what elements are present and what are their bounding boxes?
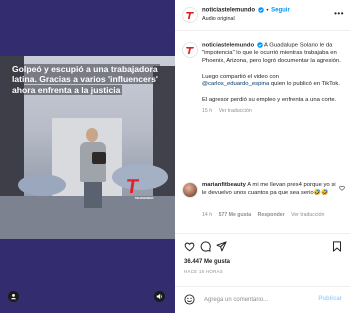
- telemundo-logo-tagline: TELEMUNDO: [134, 196, 154, 200]
- caption-username[interactable]: noticiastelemundo: [202, 43, 254, 49]
- separator-dot: •: [266, 7, 269, 14]
- mention-link[interactable]: @carlos_eduardo_espina: [202, 81, 269, 87]
- audio-link[interactable]: Audio original: [202, 16, 235, 22]
- telemundo-logo: T TELEMUNDO: [124, 176, 154, 200]
- bookmark-icon[interactable]: [332, 241, 342, 252]
- commenter-avatar[interactable]: [182, 182, 198, 198]
- verified-badge-icon: [256, 42, 263, 48]
- caption-time[interactable]: 15 h: [202, 108, 212, 114]
- comment-icon[interactable]: [200, 241, 211, 252]
- video-person: [84, 182, 102, 208]
- comment-username[interactable]: marianfitbeauty: [202, 182, 246, 188]
- comment-composer: Publicar: [175, 286, 350, 313]
- follow-button[interactable]: Seguir: [271, 8, 290, 14]
- user-icon: [11, 293, 16, 300]
- video-person-bag: [92, 152, 106, 164]
- caption-see-translation[interactable]: Ver traducción: [219, 108, 252, 114]
- heart-icon[interactable]: [184, 241, 195, 252]
- share-icon[interactable]: [216, 241, 227, 252]
- video-headline-text: Golpeó y escupió a una trabajadora latin…: [10, 64, 160, 95]
- caption-paragraph: El agresor perdió su empleo y enfrenta a…: [202, 96, 337, 103]
- caption-avatar[interactable]: [182, 42, 198, 58]
- account-avatar[interactable]: [182, 7, 198, 23]
- caption-paragraph: Luego compartió el video con: [202, 73, 279, 80]
- tagged-users-button[interactable]: [8, 291, 19, 302]
- comment-likes[interactable]: 577 Me gusta: [219, 212, 252, 218]
- video-scene-decoration: [112, 164, 168, 190]
- post-actions: 36.447 Me gusta HACE 15 HORAS: [175, 233, 350, 288]
- comment-time[interactable]: 14 h: [202, 212, 212, 218]
- video-scene-decoration: [18, 174, 66, 196]
- account-name-row: noticiastelemundo • Seguir: [202, 7, 290, 14]
- post-timestamp[interactable]: HACE 15 HORAS: [184, 269, 223, 274]
- account-username[interactable]: noticiastelemundo: [202, 8, 255, 14]
- verified-badge-icon: [257, 7, 264, 13]
- post-header: noticiastelemundo • Seguir Audio origina…: [175, 0, 350, 31]
- caption-meta: 15 h Ver traducción: [202, 108, 344, 116]
- like-count[interactable]: 36.447 Me gusta: [184, 259, 230, 265]
- comment-input[interactable]: [204, 295, 314, 305]
- emoji-icon[interactable]: [184, 294, 195, 305]
- sound-toggle-button[interactable]: [154, 291, 165, 302]
- telemundo-avatar-logo: [186, 12, 194, 19]
- comment-reply-button[interactable]: Responder: [258, 212, 285, 218]
- telemundo-avatar-logo: [186, 47, 194, 54]
- more-options-button[interactable]: •••: [334, 9, 344, 18]
- publish-button[interactable]: Publicar: [318, 296, 342, 302]
- comment-like-heart-icon[interactable]: [339, 185, 345, 191]
- comment: marianfitbeauty A mi me llevan pres4 por…: [202, 182, 336, 198]
- video-person: [86, 128, 98, 142]
- post-caption: noticiastelemundo A Guadalupe Solano le …: [202, 42, 344, 116]
- post-panel: noticiastelemundo • Seguir Audio origina…: [175, 0, 350, 313]
- caption-paragraph: quien lo publicó en TikTok.: [269, 81, 340, 88]
- comment-meta: 14 h 577 Me gusta Responder Ver traducci…: [202, 212, 329, 218]
- comment-see-translation[interactable]: Ver traducción: [291, 212, 324, 218]
- video-headline: Golpeó y escupió a una trabajadora latin…: [10, 64, 170, 95]
- reel-video-panel[interactable]: Golpeó y escupió a una trabajadora latin…: [0, 0, 175, 313]
- speaker-icon: [156, 293, 162, 300]
